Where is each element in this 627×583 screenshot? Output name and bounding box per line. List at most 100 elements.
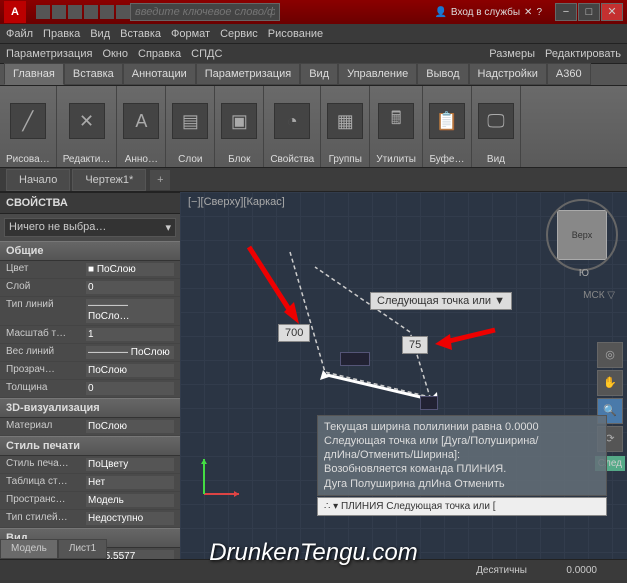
qat-icon[interactable] (100, 5, 114, 19)
search-input[interactable] (130, 3, 280, 21)
dim-input-2[interactable]: 75 (402, 336, 428, 354)
osnap-marker (340, 352, 370, 366)
prop-value[interactable]: 1 (86, 328, 174, 341)
prop-key: Стиль печа… (6, 458, 86, 471)
ribbon-panel: ╱ Рисова… (0, 86, 57, 167)
menu-insert[interactable]: Вставка (120, 28, 161, 40)
panel-icon[interactable]: ▣ (221, 103, 257, 139)
menu-help[interactable]: Справка (138, 48, 181, 60)
tab-view[interactable]: Вид (300, 63, 338, 85)
menu-dims[interactable]: Размеры (489, 48, 535, 60)
props-row[interactable]: Толщина0 (0, 380, 180, 398)
panel-label: Рисова… (6, 154, 50, 165)
drawing-canvas[interactable]: [−][Сверху][Каркас] Верх Ю МСК ▽ ◎ ✋ 🔍 ⟳… (180, 192, 627, 562)
dim-input-1[interactable]: 700 (278, 324, 310, 342)
menu-window[interactable]: Окно (102, 48, 128, 60)
props-category[interactable]: 3D-визуализация (0, 398, 180, 418)
menu-file[interactable]: Файл (6, 28, 33, 40)
exchange-icon[interactable]: ✕ (524, 7, 532, 18)
props-row[interactable]: Тип линий———— ПоСло… (0, 297, 180, 326)
doc-tabs: Начало Чертеж1* + (0, 168, 627, 192)
menu-param[interactable]: Параметризация (6, 48, 92, 60)
prop-value[interactable]: ПоСлою (86, 364, 174, 377)
prop-value[interactable]: ———— ПоСло… (86, 299, 174, 323)
menu-spds[interactable]: СПДС (191, 48, 222, 60)
menu-edit[interactable]: Правка (43, 28, 80, 40)
panel-icon[interactable]: ▦ (327, 103, 363, 139)
tab-output[interactable]: Вывод (417, 63, 468, 85)
app-logo[interactable]: A (4, 1, 26, 23)
panel-icon[interactable]: ▤ (172, 103, 208, 139)
prop-key: Таблица ст… (6, 476, 86, 489)
tab-manage[interactable]: Управление (338, 63, 417, 85)
tab-param[interactable]: Параметризация (196, 63, 300, 85)
workspace: СВОЙСТВА Ничего не выбра…▾ ОбщиеЦвет■ По… (0, 192, 627, 562)
help-icon[interactable]: ? (536, 7, 542, 18)
qat-icon[interactable] (68, 5, 82, 19)
menu-tools[interactable]: Сервис (220, 28, 258, 40)
maximize-button[interactable]: □ (578, 3, 600, 21)
panel-icon[interactable]: A (123, 103, 159, 139)
tab-home[interactable]: Главная (4, 63, 64, 85)
prop-value[interactable]: Недоступно (86, 512, 174, 525)
ribbon-panel: ✕Редакти… (57, 86, 118, 167)
properties-title: СВОЙСТВА (0, 193, 180, 214)
prop-value[interactable]: ■ ПоСлою (86, 263, 174, 276)
props-row[interactable]: Стиль печа…ПоЦвету (0, 456, 180, 474)
ucs-icon[interactable] (194, 454, 244, 504)
panel-icon[interactable]: ╱ (10, 103, 46, 139)
ribbon-panel: 🖩Утилиты (370, 86, 423, 167)
selection-dropdown[interactable]: Ничего не выбра…▾ (4, 218, 176, 237)
props-category[interactable]: Стиль печати (0, 436, 180, 456)
props-row[interactable]: Слой0 (0, 279, 180, 297)
tab-layout1[interactable]: Лист1 (58, 539, 107, 559)
qat-icon[interactable] (116, 5, 130, 19)
tab-addins[interactable]: Надстройки (469, 63, 547, 85)
prop-value[interactable]: 0 (86, 382, 174, 395)
props-row[interactable]: Таблица ст…Нет (0, 474, 180, 492)
qat-icon[interactable] (84, 5, 98, 19)
panel-icon[interactable]: ✕ (69, 103, 105, 139)
close-button[interactable]: ✕ (601, 3, 623, 21)
menu-view[interactable]: Вид (90, 28, 110, 40)
tab-annotate[interactable]: Аннотации (123, 63, 196, 85)
props-row[interactable]: Вес линий———— ПоСлою (0, 344, 180, 362)
qat-icon[interactable] (36, 5, 50, 19)
panel-label: Вид (487, 154, 505, 165)
tab-start[interactable]: Начало (6, 169, 70, 191)
prop-value[interactable]: ПоЦвету (86, 458, 174, 471)
panel-icon[interactable]: 📋 (429, 103, 465, 139)
props-row[interactable]: Масштаб т…1 (0, 326, 180, 344)
panel-label: Блок (228, 154, 250, 165)
minimize-button[interactable]: − (555, 3, 577, 21)
command-line[interactable]: ∴ ▾ ПЛИНИЯ Следующая точка или [ (317, 497, 607, 516)
tab-model[interactable]: Модель (0, 539, 58, 559)
props-row[interactable]: Прозрач…ПоСлою (0, 362, 180, 380)
tab-drawing[interactable]: Чертеж1* (72, 169, 146, 191)
prop-value[interactable]: Нет (86, 476, 174, 489)
panel-icon[interactable]: 🖩 (378, 103, 414, 139)
prop-value[interactable]: ———— ПоСлою (86, 346, 174, 359)
tab-insert[interactable]: Вставка (64, 63, 123, 85)
panel-icon[interactable]: ◔ (274, 103, 310, 139)
panel-icon[interactable]: 🖵 (478, 103, 514, 139)
new-tab-button[interactable]: + (150, 170, 170, 190)
prop-value[interactable]: ПоСлою (86, 420, 174, 433)
menu-format[interactable]: Формат (171, 28, 210, 40)
panel-label: Буфе… (429, 154, 464, 165)
sign-in-link[interactable]: Вход в службы (451, 7, 520, 18)
props-row[interactable]: Тип стилей…Недоступно (0, 510, 180, 528)
props-row[interactable]: Цвет■ ПоСлою (0, 261, 180, 279)
menu-modify[interactable]: Редактировать (545, 48, 621, 60)
status-units[interactable]: Десятичны (476, 565, 527, 576)
qat-icon[interactable] (52, 5, 66, 19)
tab-a360[interactable]: A360 (547, 63, 591, 85)
props-row[interactable]: Пространс…Модель (0, 492, 180, 510)
sign-in-icon[interactable]: 👤 (434, 7, 446, 18)
panel-label: Анно… (125, 154, 158, 165)
prop-value[interactable]: 0 (86, 281, 174, 294)
menu-draw[interactable]: Рисование (268, 28, 323, 40)
props-category[interactable]: Общие (0, 241, 180, 261)
prop-value[interactable]: Модель (86, 494, 174, 507)
props-row[interactable]: МатериалПоСлою (0, 418, 180, 436)
